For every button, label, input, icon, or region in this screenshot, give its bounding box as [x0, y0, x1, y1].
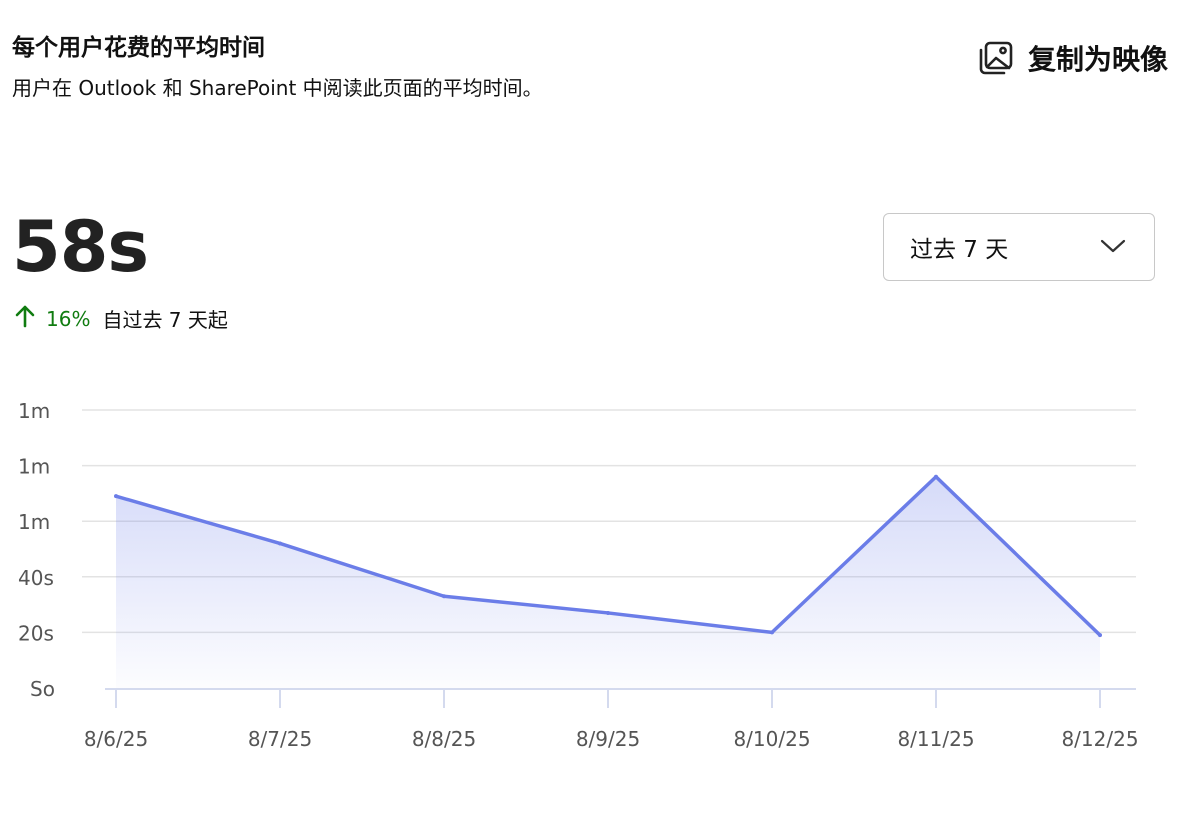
y-tick-label: 40s: [18, 566, 54, 590]
x-tick-label: 8/9/25: [576, 727, 640, 751]
chevron-down-icon: [1100, 234, 1126, 260]
copy-as-image-button[interactable]: 复制为映像: [978, 38, 1168, 78]
change-label: 自过去 7 天起: [102, 308, 228, 332]
data-point: [934, 474, 938, 479]
line-chart: So 20s 40s 1m 1m 1m 8/6/25 8/7/25 8/8/25 8/9/25 8/…: [18, 399, 1139, 751]
change-indicator: 16% 自过去 7 天起: [14, 304, 228, 333]
x-tick-label: 8/7/25: [248, 727, 312, 751]
image-icon: [978, 40, 1014, 76]
chart-subtitle: 用户在 Outlook 和 SharePoint 中阅读此页面的平均时间。: [12, 76, 543, 100]
y-tick-label: So: [30, 677, 55, 701]
x-tick-label: 8/8/25: [412, 727, 476, 751]
y-tick-label: 20s: [18, 621, 54, 645]
change-percent: 16%: [46, 306, 91, 331]
x-tick-label: 8/6/25: [84, 727, 148, 751]
data-point: [606, 610, 610, 615]
x-tick-label: 8/12/25: [1061, 727, 1138, 751]
data-point: [770, 630, 774, 635]
data-point: [1098, 633, 1102, 638]
average-time-value: 58s: [12, 206, 149, 288]
y-tick-label: 1m: [18, 510, 50, 534]
y-tick-label: 1m: [18, 455, 50, 479]
data-point: [278, 541, 282, 546]
series-area: [116, 476, 1100, 688]
data-point: [114, 494, 118, 499]
x-tick-label: 8/10/25: [733, 727, 810, 751]
copy-as-image-label: 复制为映像: [1027, 43, 1168, 76]
date-range-dropdown[interactable]: 过去 7 天: [883, 213, 1155, 281]
date-range-selected: 过去 7 天: [910, 237, 1009, 263]
data-point: [442, 594, 446, 599]
y-tick-label: 1m: [18, 399, 50, 423]
chart-title: 每个用户花费的平均时间: [12, 35, 265, 61]
arrow-up-icon: [14, 304, 36, 333]
x-tick-label: 8/11/25: [897, 727, 974, 751]
